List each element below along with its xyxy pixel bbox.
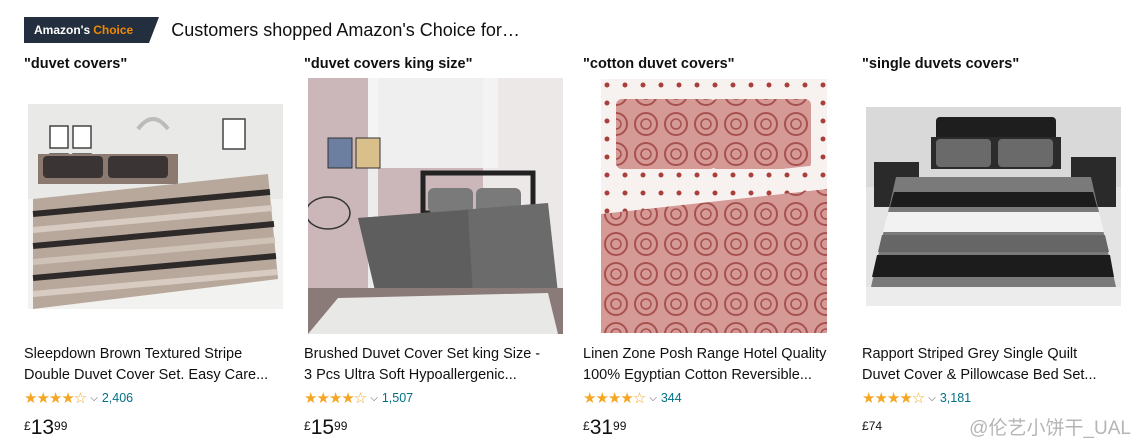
product-rating[interactable]: ★★★★☆ ⌵ 3,181 — [862, 389, 971, 407]
product-title-line-2: Duvet Cover & Pillowcase Bed Set... — [862, 367, 1097, 383]
product-price: £ 13 99 — [24, 416, 67, 440]
product-rating[interactable]: ★★★★☆ ⌵ 2,406 — [24, 389, 133, 407]
product-title[interactable]: Brushed Duvet Cover Set king Size - 3 Pc… — [304, 344, 559, 386]
amazons-choice-header: Amazon's Choice Customers shopped Amazon… — [24, 17, 520, 43]
product-image[interactable] — [583, 78, 845, 334]
product-image-grey-stripe-bedding — [865, 106, 1121, 306]
product-card-2: "duvet covers king size" Brushed Duvet C… — [304, 56, 569, 448]
product-image-red-pattern-bedding — [601, 79, 827, 333]
product-image[interactable] — [24, 78, 286, 334]
price-symbol: £ — [304, 419, 311, 433]
badge-choice-text: Choice — [93, 23, 134, 37]
product-title-line-2: 3 Pcs Ultra Soft Hypoallergenic... — [304, 367, 517, 383]
price-fraction: 74 — [868, 419, 883, 433]
product-title-line-1: Linen Zone Posh Range Hotel Quality — [583, 346, 827, 362]
product-card-4: "single duvets covers" Rapport Striped G… — [862, 56, 1127, 448]
review-count-link[interactable]: 3,181 — [940, 391, 971, 405]
price-whole: 15 — [310, 416, 335, 439]
product-title-line-1: Brushed Duvet Cover Set king Size - — [304, 346, 541, 362]
product-title-line-2: Double Duvet Cover Set. Easy Care... — [24, 367, 269, 383]
product-image-brown-stripe-bedding — [27, 103, 283, 309]
chevron-down-icon[interactable]: ⌵ — [649, 393, 657, 404]
rating-stars-icon: ★★★★☆ — [304, 390, 367, 407]
product-title-line-2: 100% Egyptian Cotton Reversible... — [583, 367, 812, 383]
search-query-label[interactable]: "duvet covers" — [24, 56, 127, 72]
chevron-down-icon[interactable]: ⌵ — [370, 393, 378, 404]
rating-stars-icon: ★★★★☆ — [862, 390, 925, 407]
product-image[interactable] — [862, 78, 1124, 334]
rating-stars-icon: ★★★★☆ — [24, 390, 87, 407]
search-query-label[interactable]: "cotton duvet covers" — [583, 56, 735, 72]
product-card-3: "cotton duvet covers" Linen Zone Posh Ra… — [583, 56, 848, 448]
review-count-link[interactable]: 344 — [661, 391, 682, 405]
product-title[interactable]: Sleepdown Brown Textured Stripe Double D… — [24, 344, 279, 386]
review-count-link[interactable]: 1,507 — [382, 391, 413, 405]
chevron-down-icon[interactable]: ⌵ — [90, 393, 98, 404]
section-title: Customers shopped Amazon's Choice for… — [171, 19, 520, 40]
badge-amazons-text: Amazon's — [34, 23, 91, 37]
product-rating[interactable]: ★★★★☆ ⌵ 1,507 — [304, 389, 413, 407]
price-symbol: £ — [583, 419, 590, 433]
product-price: £ 74 — [862, 416, 882, 433]
price-fraction: 99 — [613, 419, 627, 433]
rating-stars-icon: ★★★★☆ — [583, 390, 646, 407]
product-title-line-1: Rapport Striped Grey Single Quilt — [862, 346, 1078, 362]
price-whole: 13 — [30, 416, 55, 439]
review-count-link[interactable]: 2,406 — [102, 391, 133, 405]
price-fraction: 99 — [54, 419, 68, 433]
product-price: £ 15 99 — [304, 416, 347, 440]
product-title[interactable]: Rapport Striped Grey Single Quilt Duvet … — [862, 344, 1117, 386]
price-whole: 31 — [589, 416, 614, 439]
price-symbol: £ — [862, 419, 869, 433]
product-title[interactable]: Linen Zone Posh Range Hotel Quality 100%… — [583, 344, 838, 386]
product-image[interactable] — [304, 78, 566, 334]
price-fraction: 99 — [334, 419, 348, 433]
product-rating[interactable]: ★★★★☆ ⌵ 344 — [583, 389, 682, 407]
price-symbol: £ — [24, 419, 31, 433]
search-query-label[interactable]: "single duvets covers" — [862, 56, 1019, 72]
product-price: £ 31 99 — [583, 416, 626, 440]
product-title-line-1: Sleepdown Brown Textured Stripe — [24, 346, 243, 362]
search-query-label[interactable]: "duvet covers king size" — [304, 56, 472, 72]
product-card-1: "duvet covers" Sleepdown Brown Textured … — [24, 56, 289, 448]
watermark: @伦艺小饼干_UAL — [969, 418, 1131, 439]
product-image-grey-brushed-bedding — [307, 78, 563, 334]
amazons-choice-badge: Amazon's Choice — [24, 17, 160, 43]
chevron-down-icon[interactable]: ⌵ — [928, 393, 936, 404]
